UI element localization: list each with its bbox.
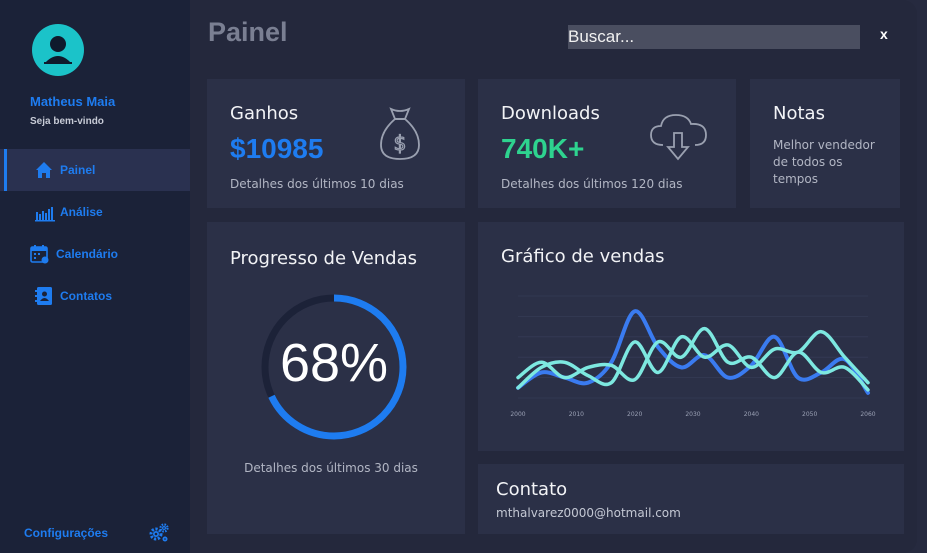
x-tick-label: 2020 — [627, 411, 642, 418]
welcome-text: Seja bem-vindo — [30, 116, 104, 127]
sidebar: Matheus Maia Seja bem-vindo Painel Análi… — [0, 0, 190, 553]
settings-label: Configurações — [24, 526, 109, 540]
sales-chart: 2000 2010 2020 2030 2040 2050 2060 — [510, 295, 876, 418]
series-line — [516, 309, 870, 395]
close-button[interactable]: x — [880, 26, 888, 42]
sidebar-item-label: Contatos — [60, 289, 112, 303]
home-icon — [34, 160, 54, 180]
contact-email[interactable]: mthalvarez0000@hotmail.com — [496, 506, 681, 520]
x-tick-label: 2060 — [860, 411, 875, 418]
page-title: Painel — [208, 17, 288, 47]
svg-text:$: $ — [394, 131, 407, 155]
user-name: Matheus Maia — [30, 94, 116, 109]
card-grafico: Gráfico de vendas 2000 2010 2020 2030 2040 20… — [478, 222, 904, 451]
sidebar-item-contatos[interactable]: Contatos — [0, 275, 190, 317]
sidebar-item-label: Análise — [60, 205, 103, 219]
card-title: Gráfico de vendas — [501, 246, 665, 267]
gears-icon — [148, 522, 170, 544]
search-input[interactable] — [568, 25, 860, 49]
card-downloads: Downloads 740K+ Detalhes dos últimos 120… — [478, 79, 736, 208]
earnings-value: $10985 — [230, 133, 324, 164]
sidebar-item-label: Calendário — [56, 247, 119, 261]
card-title: Ganhos — [230, 103, 299, 124]
sidebar-item-analise[interactable]: Análise — [0, 191, 190, 233]
progress-value: 68% — [279, 333, 389, 393]
x-tick-label: 2030 — [685, 411, 700, 418]
card-ganhos: Ganhos $10985 Detalhes dos últimos 10 di… — [207, 79, 465, 208]
downloads-value: 740K+ — [501, 133, 585, 164]
card-description: Detalhes dos últimos 10 dias — [230, 177, 404, 191]
main-panel: Painel x Ganhos $10985 Detalhes dos últi… — [190, 0, 917, 553]
card-description: Detalhes dos últimos 30 dias — [244, 461, 418, 475]
bar-chart-icon — [34, 202, 55, 222]
settings-button[interactable]: Configurações — [24, 522, 174, 544]
sidebar-item-painel[interactable]: Painel — [0, 149, 190, 191]
calendar-icon — [30, 244, 50, 264]
card-progresso: Progresso de Vendas 68% Detalhes dos últ… — [207, 222, 465, 534]
card-title: Downloads — [501, 103, 600, 124]
card-title: Notas — [773, 103, 825, 124]
avatar[interactable] — [32, 24, 84, 76]
cloud-download-icon — [648, 109, 710, 167]
card-title: Contato — [496, 479, 568, 500]
sidebar-item-calendario[interactable]: Calendário — [0, 233, 190, 275]
card-description: Detalhes dos últimos 120 dias — [501, 177, 683, 191]
contact-book-icon — [34, 286, 54, 306]
card-description: Melhor vendedor de todos os tempos — [773, 138, 875, 186]
card-notas: Notas Melhor vendedor de todos os tempos — [750, 79, 900, 208]
x-tick-label: 2010 — [569, 411, 584, 418]
x-tick-label: 2000 — [510, 411, 525, 418]
x-tick-label: 2040 — [744, 411, 759, 418]
user-icon — [44, 36, 72, 64]
card-contato: Contato mthalvarez0000@hotmail.com — [478, 464, 904, 534]
money-bag-icon: $ — [377, 105, 423, 167]
x-tick-label: 2050 — [802, 411, 817, 418]
sidebar-item-label: Painel — [60, 163, 96, 177]
card-title: Progresso de Vendas — [230, 248, 418, 269]
